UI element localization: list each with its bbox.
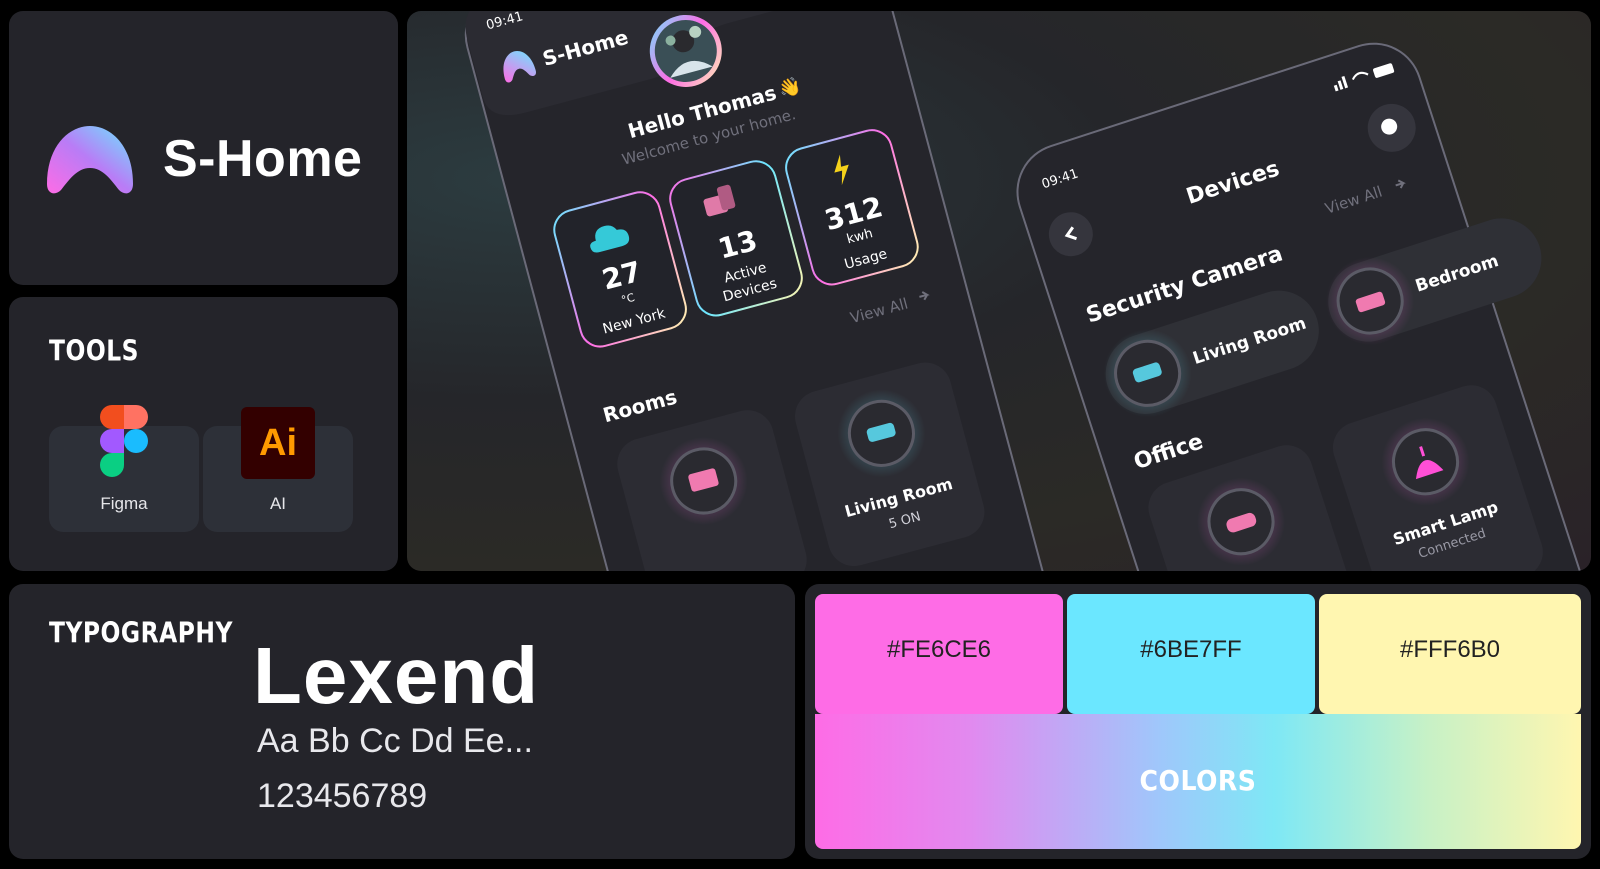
colors-card: #FE6CE6 #6BE7FF #FFF6B0 COLORS [805, 584, 1591, 859]
colors-label: COLORS [1139, 764, 1257, 797]
tools-card: TOOLS Figma Ai AI [9, 297, 398, 571]
font-sample-numbers: 123456789 [257, 777, 428, 815]
tool-illustrator[interactable]: Ai AI [203, 407, 353, 532]
tool-label-figma: Figma [100, 494, 148, 513]
brand-card: S-Home [9, 11, 398, 285]
brand-name: S-Home [163, 130, 363, 188]
color-gradient: COLORS [815, 714, 1581, 849]
typography-card: TYPOGRAPHY Lexend Aa Bb Cc Dd Ee... 1234… [9, 584, 795, 859]
swatch-yellow: #FFF6B0 [1319, 594, 1581, 714]
app-mockup-card: 09:41 S-Home Hello Thomas 👋 Welcome to y… [407, 11, 1591, 571]
brand-logo-icon [47, 126, 133, 194]
typography-title: TYPOGRAPHY [49, 617, 233, 650]
illustrator-icon: Ai [241, 407, 315, 479]
font-name: Lexend [253, 631, 540, 720]
font-sample-letters: Aa Bb Cc Dd Ee... [257, 722, 533, 760]
swatch-cyan: #6BE7FF [1067, 594, 1315, 714]
swatch-pink: #FE6CE6 [815, 594, 1063, 714]
tool-figma[interactable]: Figma [49, 405, 199, 532]
app-mockup: 09:41 S-Home Hello Thomas 👋 Welcome to y… [464, 11, 1591, 571]
tools-title: TOOLS [49, 335, 139, 368]
tool-label-ai: AI [269, 494, 287, 513]
figma-icon [100, 405, 148, 477]
